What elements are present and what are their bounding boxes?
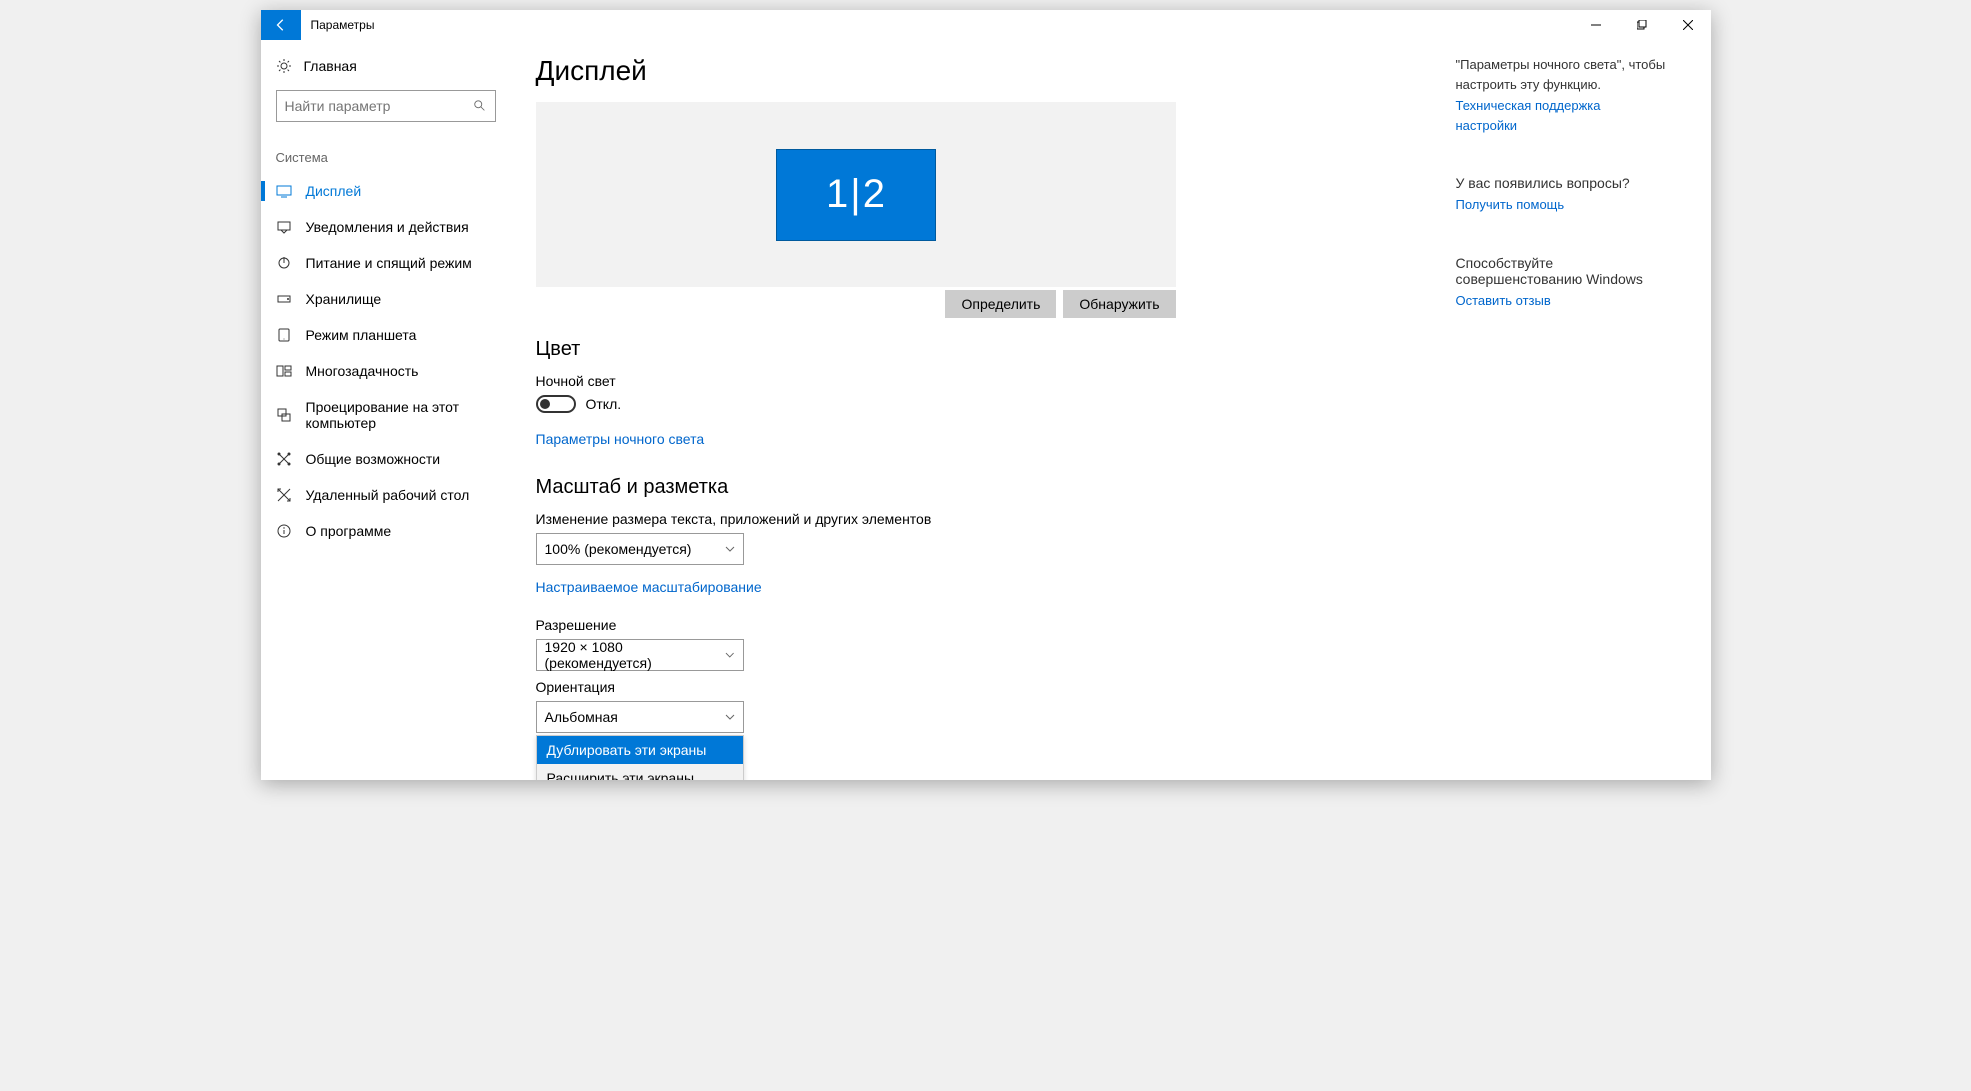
- storage-icon: [276, 291, 292, 307]
- chevron-down-icon: [725, 650, 735, 660]
- sidebar-item-label: Удаленный рабочий стол: [306, 487, 470, 503]
- monitor-divider: |: [850, 172, 860, 217]
- scale-value: 100% (рекомендуется): [545, 541, 692, 557]
- orientation-label: Ориентация: [536, 679, 1176, 695]
- group-label: Система: [261, 142, 511, 173]
- back-button[interactable]: [261, 10, 301, 40]
- sidebar-item-label: О программе: [306, 523, 392, 539]
- main-content: Дисплей 1|2 Определить Обнаружить Цвет Н…: [511, 40, 1711, 780]
- search-field[interactable]: [285, 98, 473, 114]
- night-light-toggle[interactable]: [536, 395, 576, 413]
- right-get-help-link[interactable]: Получить помощь: [1456, 195, 1666, 215]
- sidebar-item-label: Многозадачность: [306, 363, 419, 379]
- tablet-icon: [276, 327, 292, 343]
- multitask-icon: [276, 363, 292, 379]
- chevron-down-icon: [725, 712, 735, 722]
- scale-heading: Масштаб и разметка: [536, 476, 1176, 499]
- titlebar: Параметры: [261, 10, 1711, 40]
- night-light-settings-link[interactable]: Параметры ночного света: [536, 431, 705, 447]
- settings-window: Параметры Главная Система Дисплей: [261, 10, 1711, 780]
- color-heading: Цвет: [536, 338, 1176, 361]
- monitor-num-1: 1: [826, 172, 848, 217]
- dropdown-option[interactable]: Расширить эти экраны: [537, 764, 743, 780]
- close-icon: [1683, 20, 1693, 30]
- minimize-icon: [1591, 20, 1601, 30]
- shared-icon: [276, 451, 292, 467]
- orientation-value: Альбомная: [545, 709, 618, 725]
- display-icon: [276, 183, 292, 199]
- scale-dropdown[interactable]: 100% (рекомендуется): [536, 533, 744, 565]
- chevron-down-icon: [725, 544, 735, 554]
- sidebar-item-label: Уведомления и действия: [306, 219, 469, 235]
- sidebar-item-notifications[interactable]: Уведомления и действия: [261, 209, 511, 245]
- identify-button[interactable]: Определить: [945, 290, 1056, 318]
- close-button[interactable]: [1665, 10, 1711, 40]
- search-icon: [473, 99, 487, 113]
- night-light-state: Откл.: [586, 396, 622, 412]
- sidebar-item-about[interactable]: О программе: [261, 513, 511, 549]
- resolution-value: 1920 × 1080 (рекомендуется): [545, 639, 725, 671]
- multi-display-menu: Дублировать эти экраны Расширить эти экр…: [536, 735, 744, 780]
- right-support-link[interactable]: Техническая поддержка настройки: [1456, 96, 1666, 135]
- night-light-label: Ночной свет: [536, 373, 1176, 389]
- sidebar-item-shared[interactable]: Общие возможности: [261, 441, 511, 477]
- right-pane: "Параметры ночного света", чтобы настрои…: [1456, 55, 1666, 780]
- gear-icon: [276, 58, 292, 74]
- orientation-dropdown[interactable]: Альбомная: [536, 701, 744, 733]
- sidebar-item-projecting[interactable]: Проецирование на этот компьютер: [261, 389, 511, 441]
- page-title: Дисплей: [536, 55, 1176, 87]
- sidebar-item-label: Общие возможности: [306, 451, 441, 467]
- right-questions-heading: У вас появились вопросы?: [1456, 175, 1666, 191]
- arrow-left-icon: [274, 18, 288, 32]
- sidebar-item-tablet[interactable]: Режим планшета: [261, 317, 511, 353]
- window-body: Главная Система Дисплей Уведомления и де…: [261, 40, 1711, 780]
- maximize-button[interactable]: [1619, 10, 1665, 40]
- projecting-icon: [276, 407, 292, 423]
- sidebar-item-multitasking[interactable]: Многозадачность: [261, 353, 511, 389]
- display-arrangement[interactable]: 1|2: [536, 102, 1176, 287]
- custom-scaling-link[interactable]: Настраиваемое масштабирование: [536, 579, 762, 595]
- maximize-icon: [1637, 20, 1647, 30]
- sidebar-item-label: Дисплей: [306, 183, 362, 199]
- sidebar-item-display[interactable]: Дисплей: [261, 173, 511, 209]
- monitor-num-2: 2: [863, 172, 885, 217]
- night-light-toggle-row: Откл.: [536, 395, 1176, 413]
- resolution-dropdown[interactable]: 1920 × 1080 (рекомендуется): [536, 639, 744, 671]
- monitor-duplicate[interactable]: 1|2: [776, 149, 936, 241]
- sidebar-item-label: Режим планшета: [306, 327, 417, 343]
- sidebar-item-label: Проецирование на этот компьютер: [306, 399, 496, 431]
- home-button[interactable]: Главная: [261, 50, 511, 82]
- sidebar-item-power[interactable]: Питание и спящий режим: [261, 245, 511, 281]
- sidebar-item-label: Хранилище: [306, 291, 382, 307]
- dropdown-option[interactable]: Дублировать эти экраны: [537, 736, 743, 764]
- sidebar-item-label: Питание и спящий режим: [306, 255, 472, 271]
- window-title: Параметры: [311, 18, 375, 32]
- power-icon: [276, 255, 292, 271]
- minimize-button[interactable]: [1573, 10, 1619, 40]
- resolution-label: Разрешение: [536, 617, 1176, 633]
- scale-label: Изменение размера текста, приложений и д…: [536, 511, 1176, 527]
- sidebar-item-remote[interactable]: Удаленный рабочий стол: [261, 477, 511, 513]
- right-feedback-link[interactable]: Оставить отзыв: [1456, 291, 1666, 311]
- window-controls: [1573, 10, 1711, 40]
- sidebar: Главная Система Дисплей Уведомления и де…: [261, 40, 511, 780]
- notifications-icon: [276, 219, 292, 235]
- multi-display-dropdown[interactable]: Дублировать эти экраны Дублировать эти э…: [536, 735, 744, 767]
- right-feedback-heading: Способствуйте совершенстованию Windows: [1456, 255, 1666, 287]
- right-help-text: "Параметры ночного света", чтобы настрои…: [1456, 55, 1666, 94]
- info-icon: [276, 523, 292, 539]
- display-buttons: Определить Обнаружить: [536, 290, 1176, 318]
- remote-icon: [276, 487, 292, 503]
- detect-button[interactable]: Обнаружить: [1063, 290, 1175, 318]
- home-label: Главная: [304, 58, 357, 74]
- content-column: Дисплей 1|2 Определить Обнаружить Цвет Н…: [536, 55, 1176, 780]
- search-input[interactable]: [276, 90, 496, 122]
- sidebar-item-storage[interactable]: Хранилище: [261, 281, 511, 317]
